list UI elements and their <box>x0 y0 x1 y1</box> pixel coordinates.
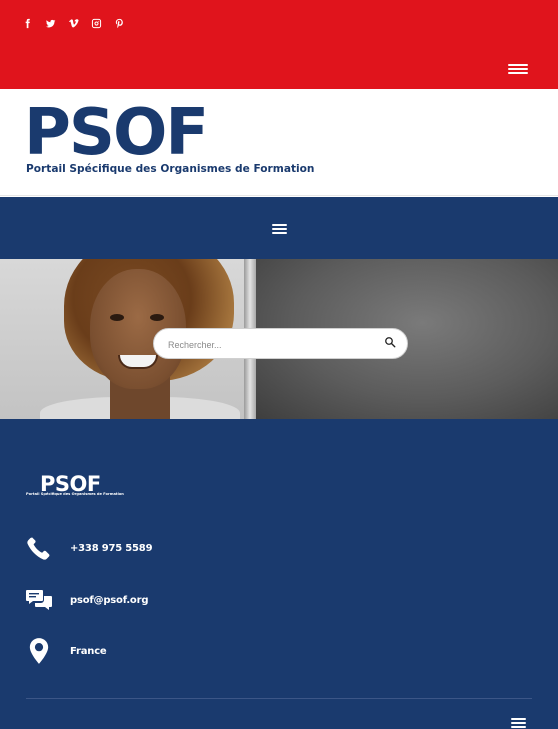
phone-icon <box>26 534 52 562</box>
logo-wordmark[interactable]: PSOF <box>24 101 209 165</box>
map-pin-icon <box>26 637 52 665</box>
vimeo-icon[interactable] <box>66 14 80 32</box>
footer-menu-button[interactable] <box>511 718 526 729</box>
menu-line <box>508 64 528 66</box>
twitter-icon[interactable] <box>43 14 57 32</box>
instagram-icon[interactable] <box>89 14 103 32</box>
menu-line <box>508 72 528 74</box>
contact-phone: +338 975 5589 <box>26 533 426 563</box>
top-menu-button[interactable] <box>508 60 528 78</box>
contact-phone-text[interactable]: +338 975 5589 <box>70 543 153 554</box>
menu-line <box>511 726 526 728</box>
contact-location: France <box>26 636 426 666</box>
search-bar <box>153 328 408 359</box>
logo-tagline: Portail Spécifique des Organismes de For… <box>26 163 315 175</box>
footer-divider <box>26 698 532 699</box>
pinterest-icon[interactable] <box>112 14 126 32</box>
menu-line <box>511 718 526 720</box>
contact-email-text[interactable]: psof@psof.org <box>70 595 148 606</box>
search-icon <box>385 337 396 348</box>
hero-photo-eye <box>150 314 164 321</box>
hero-photo-eye <box>110 314 124 321</box>
social-links <box>20 14 126 32</box>
facebook-icon[interactable] <box>20 14 34 32</box>
menu-line <box>272 232 287 234</box>
menu-line <box>272 224 287 226</box>
search-button[interactable] <box>384 335 402 353</box>
footer <box>0 419 558 729</box>
contact-email: psof@psof.org <box>26 585 426 615</box>
main-menu-button[interactable] <box>272 222 287 236</box>
menu-line <box>511 722 526 724</box>
logo-area: PSOF Portail Spécifique des Organismes d… <box>0 89 558 196</box>
footer-logo-tagline: Portail Spécifique des Organismes de For… <box>26 492 124 496</box>
menu-line <box>508 68 528 70</box>
search-input[interactable] <box>168 335 373 354</box>
contact-location-text: France <box>70 645 107 657</box>
menu-line <box>272 228 287 230</box>
chat-bubbles-icon <box>26 586 52 614</box>
